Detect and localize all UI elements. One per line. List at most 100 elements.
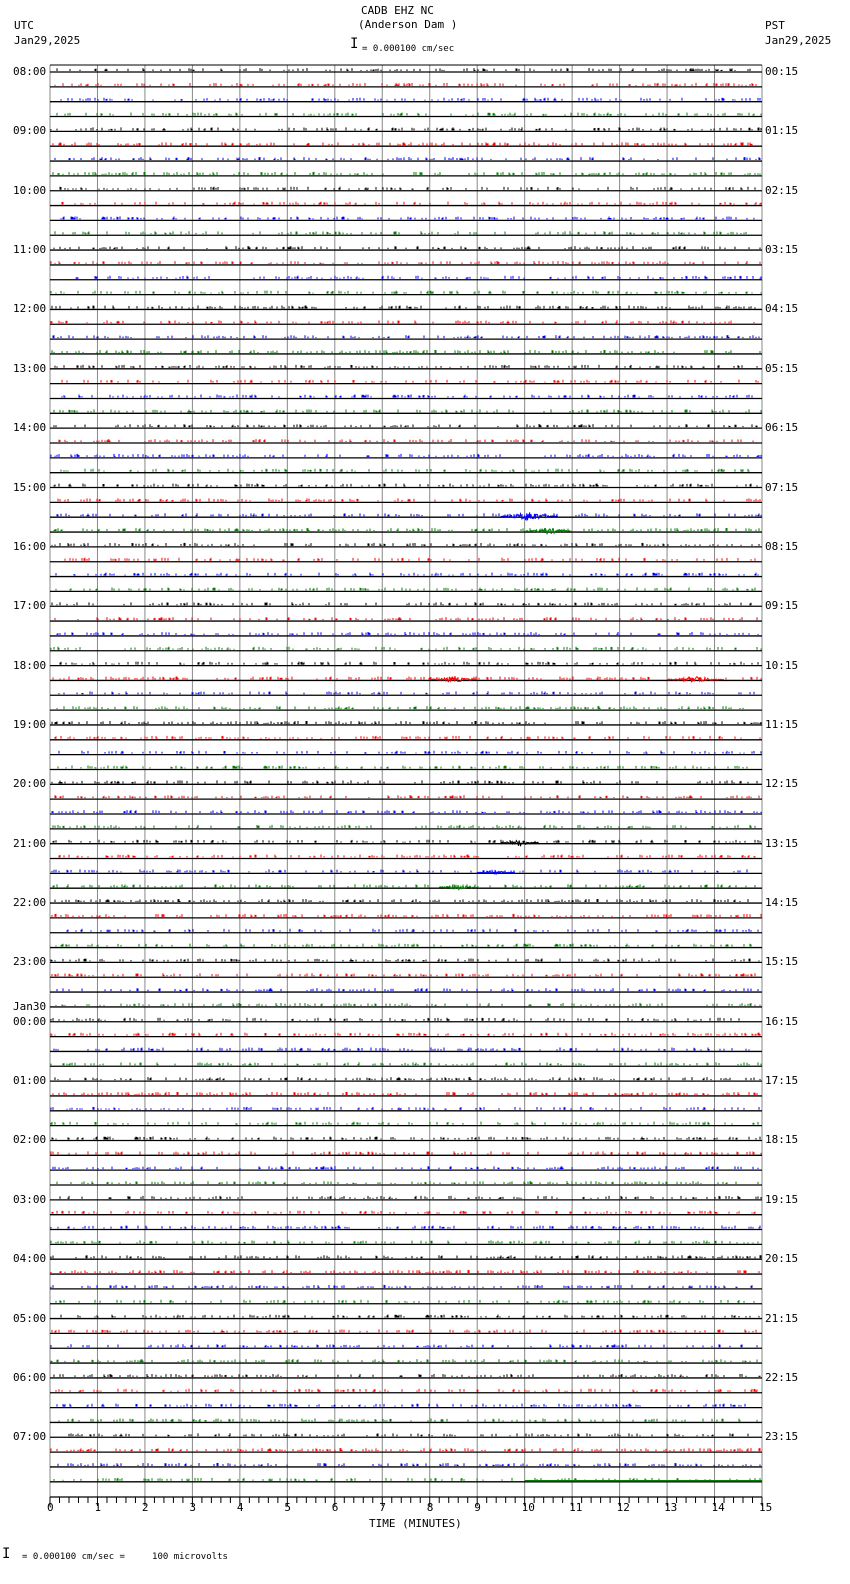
pst-hour-label: 14:15: [765, 896, 799, 910]
pst-hour-label: 01:15: [765, 124, 799, 138]
utc-hour-label: 00:00: [13, 1014, 47, 1028]
trace-noise: [61, 201, 762, 205]
pst-hour-label: 00:15: [765, 65, 799, 78]
pst-hour-label: 07:15: [765, 480, 799, 494]
utc-hour-label: 11:00: [13, 243, 47, 257]
trace-noise: [56, 1403, 746, 1407]
trace-noise: [50, 1255, 762, 1259]
x-axis-label: TIME (MINUTES): [369, 1517, 462, 1530]
trace-noise: [57, 1462, 761, 1466]
trace-noise: [50, 646, 762, 650]
trace-noise: [56, 1181, 759, 1184]
pst-hour-label: 08:15: [765, 539, 799, 553]
trace-noise: [54, 364, 758, 368]
utc-hour-label: 09:00: [13, 124, 47, 138]
trace-noise: [57, 765, 748, 769]
trace-noise: [56, 631, 759, 635]
x-tick-label: 0: [47, 1501, 54, 1514]
pst-hour-label: 02:15: [765, 183, 799, 197]
trace-noise: [51, 1136, 761, 1140]
trace-noise: [53, 424, 758, 428]
utc-hour-label: 07:00: [13, 1430, 47, 1444]
pst-hour-label: 05:15: [765, 361, 799, 375]
seismic-event: [500, 511, 558, 522]
trace-noise: [58, 1418, 758, 1422]
pst-hour-label: 13:15: [765, 836, 799, 850]
utc-hour-label: 18:00: [13, 658, 47, 672]
trace-noise: [56, 988, 759, 992]
utc-hour-label: 04:00: [13, 1252, 47, 1266]
trace-noise: [51, 602, 752, 606]
trace-noise: [55, 1388, 758, 1392]
trace-noise: [50, 1240, 759, 1244]
utc-hour-label: 03:00: [13, 1192, 47, 1206]
trace-noise: [52, 1166, 759, 1170]
trace-noise: [53, 528, 760, 532]
trace-noise: [51, 869, 748, 873]
utc-hour-label: 14:00: [13, 421, 47, 435]
trace-noise: [60, 468, 750, 472]
trace-noise: [50, 1121, 759, 1125]
trace-noise: [75, 275, 762, 279]
trace-noise: [59, 186, 756, 190]
pst-hour-label: 21:15: [765, 1311, 799, 1325]
utc-hour-label: 02:00: [13, 1133, 47, 1147]
trace-noise: [54, 82, 757, 86]
trace-noise: [60, 1314, 760, 1318]
trace-noise: [50, 958, 760, 962]
trace-noise: [52, 171, 761, 175]
trace-noise: [52, 335, 760, 339]
pst-hour-label: 17:15: [765, 1074, 799, 1088]
trace-noise: [52, 839, 761, 843]
pst-hour-label: 22:15: [765, 1370, 799, 1384]
trace-noise: [66, 928, 759, 932]
trace-noise: [50, 1225, 761, 1229]
trace-noise: [54, 617, 758, 621]
trace-noise: [52, 142, 753, 146]
trace-noise: [50, 1151, 762, 1155]
footer-scale-bar-icon: I: [2, 1546, 11, 1562]
trace-noise: [56, 513, 762, 517]
trace-noise: [59, 661, 759, 665]
trace-noise: [50, 260, 761, 264]
trace-noise: [50, 1106, 760, 1110]
trace-noise: [61, 379, 759, 383]
x-tick-label: 7: [379, 1501, 386, 1514]
utc-hour-label: 20:00: [13, 777, 47, 791]
x-tick-label: 4: [236, 1501, 244, 1514]
pst-hour-label: 20:15: [765, 1252, 799, 1266]
trace-noise: [50, 1344, 758, 1348]
utc-hour-label: 15:00: [13, 480, 47, 494]
trace-noise: [56, 706, 744, 710]
trace-noise: [50, 1270, 760, 1274]
trace-noise: [53, 483, 758, 487]
trace-noise: [59, 1195, 762, 1199]
trace-noise: [53, 409, 762, 413]
x-tick-label: 11: [569, 1501, 583, 1514]
pst-hour-label: 23:15: [765, 1430, 799, 1444]
trace-noise: [55, 587, 756, 591]
seismic-event: [438, 883, 478, 891]
x-tick-label: 2: [141, 1501, 149, 1514]
trace-noise: [51, 1329, 757, 1333]
trace-noise: [53, 1373, 761, 1377]
trace-noise: [52, 1091, 758, 1095]
x-tick-label: 15: [759, 1501, 773, 1514]
trace-noise: [54, 157, 761, 161]
trace-noise: [51, 973, 756, 977]
seismogram-plot: [49, 64, 763, 1506]
utc-hour-label: 23:00: [13, 955, 47, 969]
trace-noise: [52, 676, 762, 680]
trace-noise: [50, 1448, 761, 1452]
trace-noise: [51, 780, 758, 784]
trace-noise: [55, 1002, 761, 1006]
pst-hour-label: 11:15: [765, 717, 799, 731]
trace-noise: [50, 290, 762, 294]
x-tick-label: 9: [474, 1501, 481, 1514]
trace-noise: [60, 97, 761, 101]
x-tick-label: 12: [616, 1501, 630, 1514]
trace-noise: [51, 349, 761, 353]
trace-noise: [52, 884, 756, 888]
trace-noise: [50, 320, 755, 324]
trace-noise: [51, 810, 762, 813]
